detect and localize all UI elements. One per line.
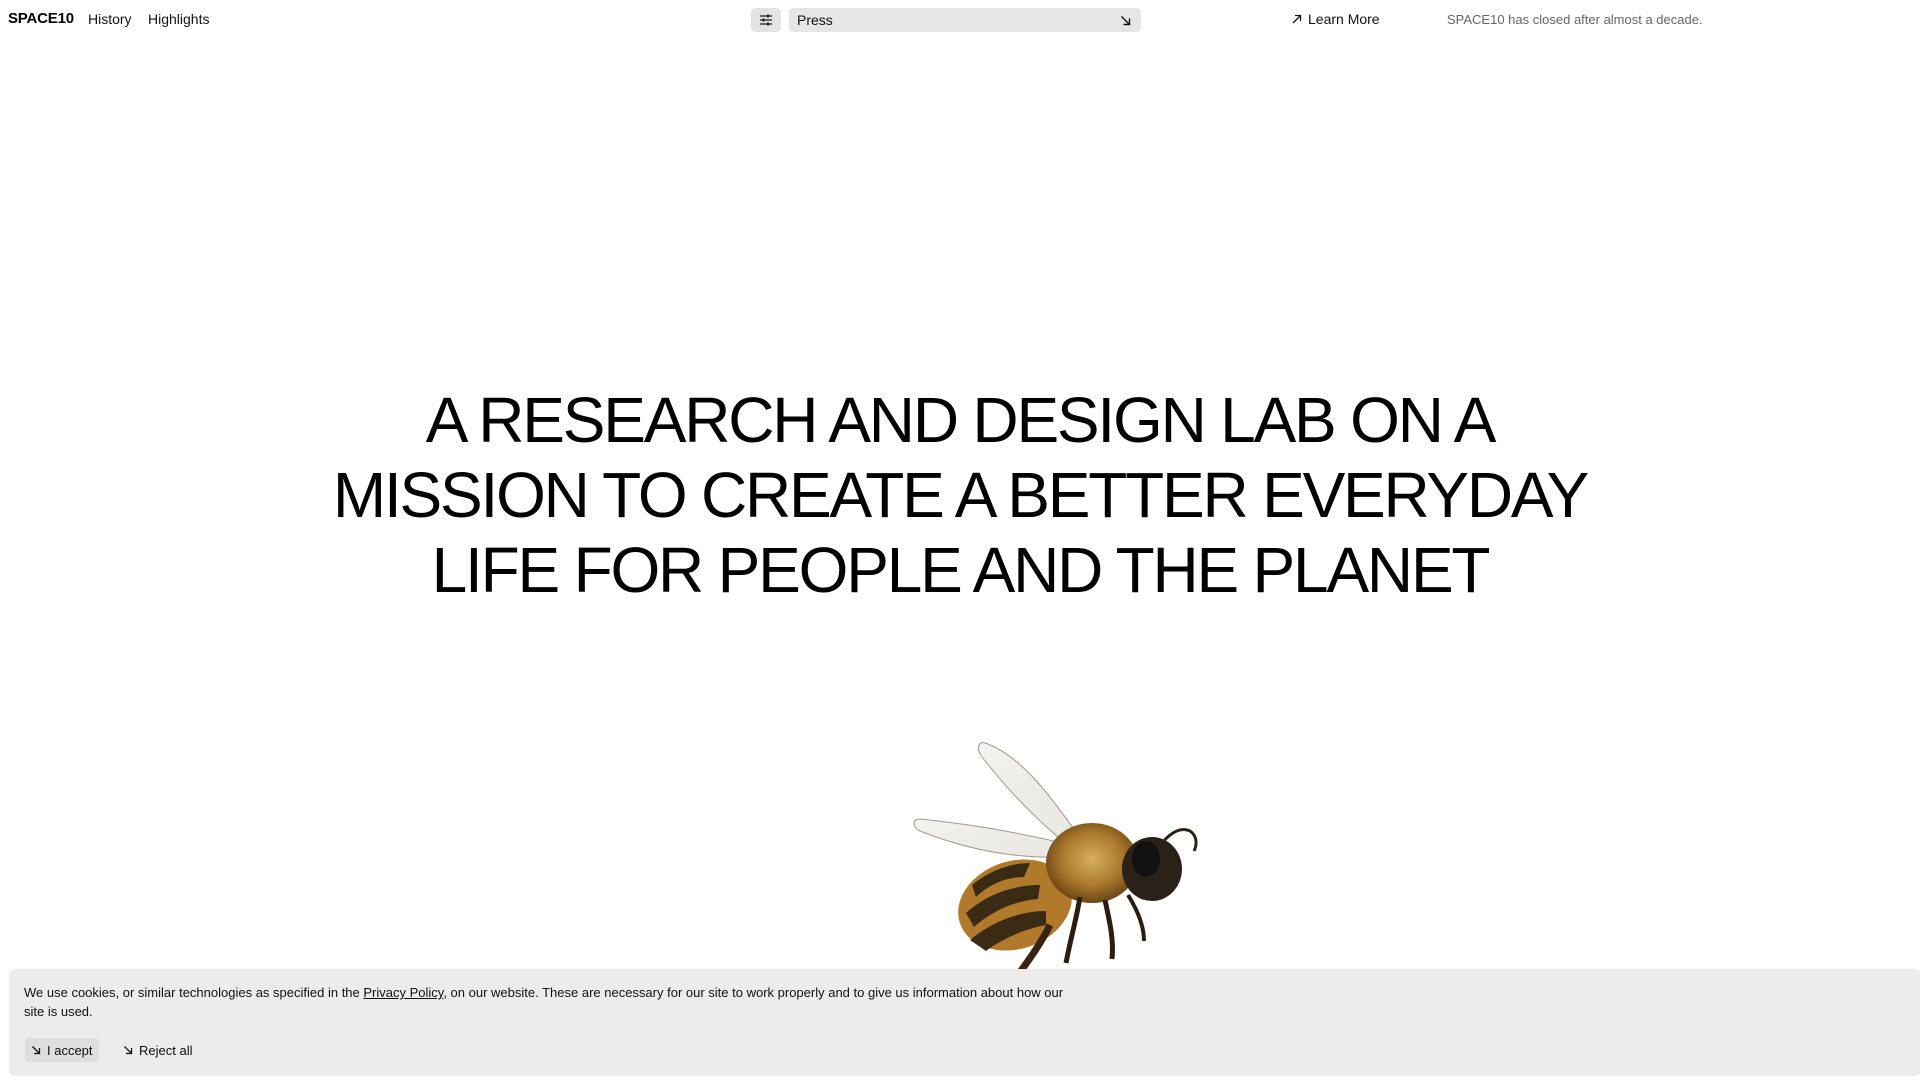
top-navigation: SPACE10 History Highlights Press Learn M… bbox=[0, 0, 1920, 40]
accept-cookies-button[interactable]: I accept bbox=[25, 1038, 99, 1062]
cookie-message: We use cookies, or similar technologies … bbox=[24, 983, 1064, 1021]
nav-link-highlights[interactable]: Highlights bbox=[148, 11, 209, 27]
arrow-down-right-icon bbox=[123, 1043, 133, 1058]
reject-cookies-label: Reject all bbox=[139, 1042, 193, 1058]
learn-more-label: Learn More bbox=[1308, 11, 1380, 27]
hero-headline-line-2: MISSION TO CREATE A BETTER EVERYDAY bbox=[332, 459, 1590, 531]
closure-notice: SPACE10 has closed after almost a decade… bbox=[1447, 12, 1703, 27]
learn-more-link[interactable]: Learn More bbox=[1292, 11, 1380, 27]
cookie-banner: We use cookies, or similar technologies … bbox=[9, 969, 1920, 1076]
category-select-value: Press bbox=[797, 12, 833, 28]
reject-cookies-button[interactable]: Reject all bbox=[117, 1038, 198, 1062]
category-select[interactable]: Press bbox=[789, 8, 1141, 32]
hero-headline-line-1: A RESEARCH AND DESIGN LAB ON A bbox=[425, 384, 1497, 456]
hero-section: A RESEARCH AND DESIGN LAB ON A MISSION T… bbox=[0, 383, 1920, 608]
privacy-policy-link[interactable]: Privacy Policy bbox=[363, 985, 443, 1000]
filter-button[interactable] bbox=[751, 8, 781, 32]
site-logo[interactable]: SPACE10 bbox=[8, 10, 74, 27]
sliders-icon bbox=[759, 14, 773, 26]
arrow-down-right-icon bbox=[1120, 15, 1131, 26]
nav-link-history[interactable]: History bbox=[88, 11, 132, 27]
accept-cookies-label: I accept bbox=[47, 1042, 93, 1058]
cookie-text-before: We use cookies, or similar technologies … bbox=[24, 985, 364, 1000]
arrow-up-right-icon bbox=[1292, 14, 1302, 24]
arrow-down-right-icon bbox=[31, 1043, 41, 1058]
hero-headline-line-3: LIFE FOR PEOPLE AND THE PLANET bbox=[431, 534, 1491, 606]
bee-image bbox=[900, 735, 1220, 978]
